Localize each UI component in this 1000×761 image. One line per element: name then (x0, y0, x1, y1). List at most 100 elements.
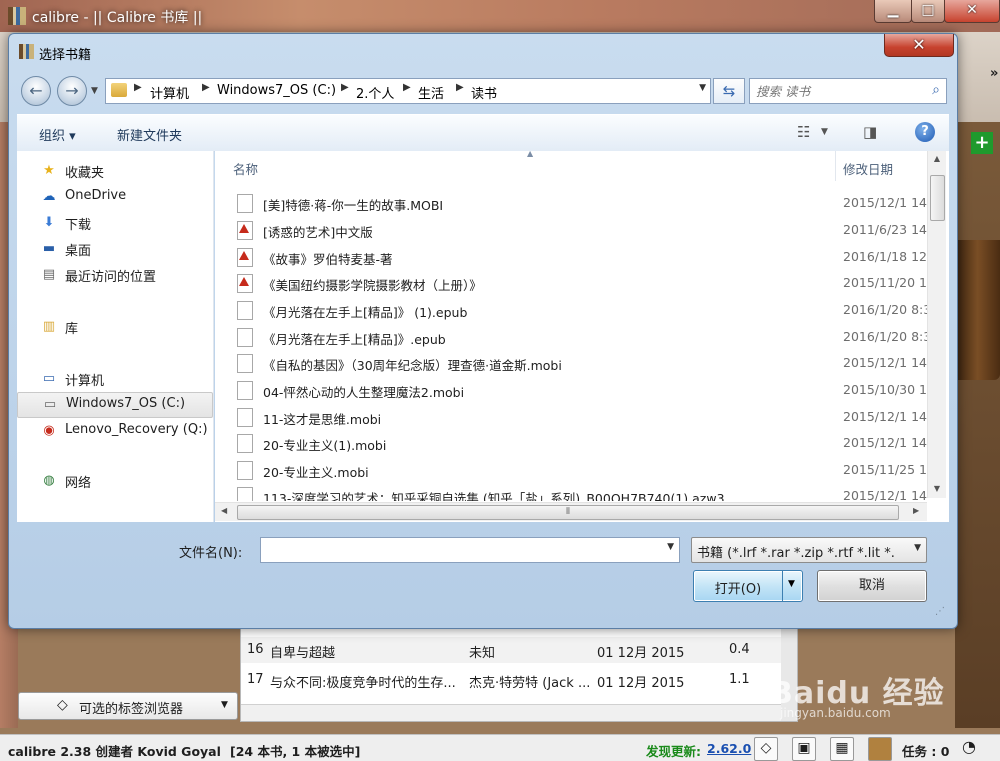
breadcrumb-separator-icon[interactable]: ▶ (403, 82, 411, 93)
filename-combobox[interactable]: ▼ (260, 537, 680, 563)
chevron-down-icon[interactable]: ▼ (699, 83, 706, 93)
recent-locations-dropdown[interactable]: ▼ (91, 86, 98, 96)
nav-item-computer[interactable]: ▭ 计算机 (17, 367, 213, 391)
cloud-icon: ☁ (42, 189, 56, 204)
file-row[interactable]: 《故事》罗伯特麦基-著 2016/1/18 12 (215, 244, 931, 270)
book-cover-image (955, 240, 1000, 380)
file-row[interactable]: 《月光落在左手上[精品]》.epub 2016/1/20 8:3 (215, 324, 931, 350)
file-list: ▲ 名称 修改日期 [美]特德·蒋-你一生的故事.MOBI 2015/12/1 1… (215, 149, 949, 522)
file-row[interactable]: 《自私的基因》（30周年纪念版）理查德·道金斯.mobi 2015/12/1 14 (215, 350, 931, 376)
tag-icon: ◇ (57, 697, 68, 713)
table-row[interactable]: 17 与众不同:极度竞争时代的生存... 杰克·特劳特 (Jack ... 01… (241, 667, 781, 693)
breadcrumb-item[interactable]: 2.个人 (356, 83, 394, 102)
view-options-icon[interactable]: ☷ (797, 123, 810, 141)
file-row[interactable]: 20-专业主义(1).mobi 2015/12/1 14 (215, 430, 931, 456)
breadcrumb-separator-icon[interactable]: ▶ (341, 82, 349, 93)
search-box[interactable]: ⌕ (749, 78, 947, 104)
dialog-app-icon (19, 44, 34, 59)
preview-pane-icon[interactable]: ◨ (863, 123, 877, 141)
file-icon (237, 487, 253, 501)
breadcrumb-item[interactable]: 生活 (418, 83, 444, 102)
computer-icon: ▭ (42, 371, 56, 386)
nav-item-desktop[interactable]: ▬ 桌面 (17, 237, 213, 261)
hard-drive-icon: ▭ (43, 397, 57, 412)
book-details-icon[interactable] (868, 737, 892, 761)
chevron-down-icon[interactable]: ▼ (788, 579, 795, 589)
file-row[interactable]: 04-怦然心动的人生整理魔法2.mobi 2015/10/30 1 (215, 377, 931, 403)
back-button[interactable]: ← (21, 76, 51, 106)
book-list-hscrollbar[interactable] (241, 704, 781, 721)
organize-menu[interactable]: 组织 ▾ (39, 125, 76, 144)
filename-input[interactable] (265, 540, 659, 560)
open-button[interactable]: 打开(O) ▼ (693, 570, 803, 602)
column-header-name[interactable]: 名称 (233, 151, 833, 181)
tag-browser-button[interactable]: ◇ 可选的标签浏览器 ▼ (18, 692, 238, 720)
chevron-down-icon[interactable]: ▼ (914, 543, 921, 553)
download-folder-icon: ⬇ (43, 215, 55, 230)
help-icon[interactable]: ? (915, 122, 935, 142)
nav-item-onedrive[interactable]: ☁ OneDrive (17, 185, 213, 209)
nav-item-libraries[interactable]: ▥ 库 (17, 315, 213, 339)
scroll-right-icon[interactable]: ▶ (913, 506, 919, 515)
new-folder-button[interactable]: 新建文件夹 (117, 125, 182, 144)
table-row[interactable]: 16 自卑与超越 未知 01 12月 2015 0.4 (241, 637, 781, 663)
nav-item-downloads[interactable]: ⬇ 下载 (17, 211, 213, 235)
window-close-button[interactable]: ✕ (944, 0, 1000, 23)
jobs-text[interactable]: 任务 : 0 (902, 741, 949, 760)
add-icon[interactable]: + (971, 132, 993, 154)
toolbar-overflow-icon[interactable]: » (990, 66, 998, 81)
chevron-down-icon[interactable]: ▼ (821, 127, 828, 137)
column-header-modified[interactable]: 修改日期 (843, 151, 933, 181)
breadcrumb-item[interactable]: Windows7_OS (C:) (217, 83, 336, 98)
update-version-link[interactable]: 2.62.0 (707, 741, 751, 756)
file-icon (237, 301, 253, 320)
vscroll-thumb[interactable] (930, 175, 945, 221)
grid-view-icon[interactable]: ▦ (830, 737, 854, 761)
search-input[interactable] (754, 81, 918, 101)
address-bar[interactable]: ▶ 计算机 ▶ Windows7_OS (C:) ▶ 2.个人 ▶ 生活 ▶ 读… (105, 78, 711, 104)
file-type-select[interactable]: 书籍 (*.lrf *.rar *.zip *.rtf *.lit *. ▼ (691, 537, 927, 563)
desktop-icon: ▬ (42, 241, 56, 256)
scroll-up-icon[interactable]: ▲ (928, 154, 946, 163)
file-row[interactable]: 《月光落在左手上[精品]》 (1).epub 2016/1/20 8:3 (215, 297, 931, 323)
scroll-left-icon[interactable]: ◀ (221, 506, 227, 515)
file-row[interactable]: [诱惑的艺术]中文版 2011/6/23 14 (215, 217, 931, 243)
cover-view-icon[interactable]: ▣ (792, 737, 816, 761)
file-icon (237, 381, 253, 400)
nav-item-network[interactable]: ◍ 网络 (17, 469, 213, 493)
forward-button[interactable]: → (57, 76, 87, 106)
pdf-icon (237, 248, 253, 267)
scroll-down-icon[interactable]: ▼ (928, 484, 946, 493)
file-row[interactable]: 11-这才是思维.mobi 2015/12/1 14 (215, 404, 931, 430)
nav-item-drive-c[interactable]: ▭ Windows7_OS (C:) (17, 392, 213, 418)
file-row[interactable]: 20-专业主义.mobi 2015/11/25 1 (215, 457, 931, 483)
chevron-down-icon[interactable]: ▼ (667, 542, 674, 552)
file-list-hscrollbar[interactable]: ◀ ⦀ ▶ (215, 502, 927, 521)
dialog-close-button[interactable]: ✕ (884, 34, 954, 57)
tag-icon[interactable]: ◇ (754, 737, 778, 761)
file-type-value: 书籍 (*.lrf *.rar *.zip *.rtf *.lit *. (697, 546, 895, 561)
resize-grip-icon[interactable]: ⋰ (935, 606, 945, 617)
search-icon[interactable]: ⌕ (932, 82, 940, 98)
open-button-label[interactable]: 打开(O) (694, 578, 782, 597)
breadcrumb-separator-icon[interactable]: ▶ (134, 82, 142, 93)
minimize-button[interactable]: ▁ (874, 0, 912, 23)
file-row[interactable]: 113-深度学习的艺术：知乎采铜自选集 (知乎「盐」系列)_B00OH7B740… (215, 483, 931, 501)
file-list-vscrollbar[interactable]: ▲ ▼ (927, 151, 946, 498)
breadcrumb-separator-icon[interactable]: ▶ (202, 82, 210, 93)
nav-item-favorites[interactable]: ★ 收藏夹 (17, 159, 213, 183)
column-divider[interactable] (835, 151, 836, 181)
calibre-app-icon (8, 7, 26, 25)
breadcrumb-item[interactable]: 计算机 (150, 83, 189, 102)
cancel-button[interactable]: 取消 (817, 570, 927, 602)
nav-item-drive-q[interactable]: ◉ Lenovo_Recovery (Q:) (17, 419, 213, 443)
nav-item-recent[interactable]: ▤ 最近访问的位置 (17, 263, 213, 287)
breadcrumb-item[interactable]: 读书 (471, 83, 497, 102)
file-row[interactable]: [美]特德·蒋-你一生的故事.MOBI 2015/12/1 14 (215, 190, 931, 216)
breadcrumb-separator-icon[interactable]: ▶ (456, 82, 464, 93)
maximize-button[interactable]: □ (911, 0, 945, 23)
hscroll-thumb[interactable]: ⦀ (237, 505, 899, 520)
file-row[interactable]: 《美国纽约摄影学院摄影教材（上册）》 2015/11/20 1 (215, 270, 931, 296)
refresh-button[interactable]: ⇆ (713, 78, 745, 104)
pdf-icon (237, 221, 253, 240)
